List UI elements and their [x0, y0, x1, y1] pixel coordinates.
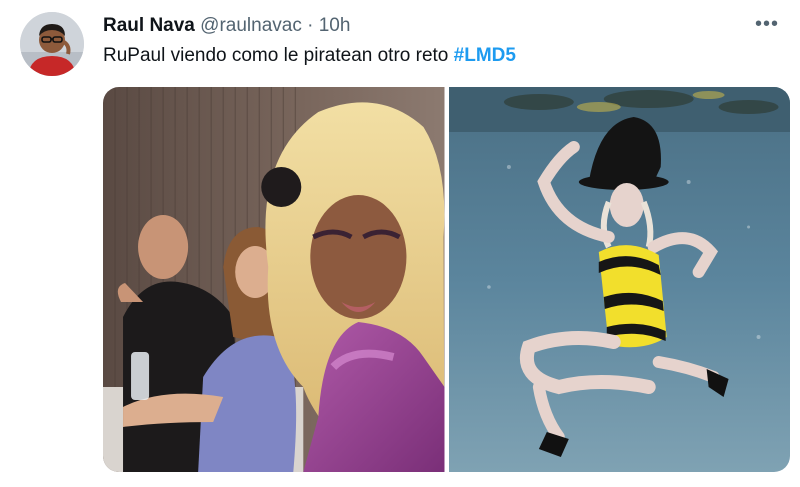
- separator-dot: ·: [307, 15, 314, 36]
- hashtag-link[interactable]: #LMD5: [454, 45, 516, 66]
- author-handle[interactable]: @raulnavac: [200, 15, 302, 36]
- more-options-button[interactable]: •••: [752, 12, 782, 36]
- avatar[interactable]: [20, 12, 84, 76]
- tweet-text-body: RuPaul viendo como le piratean otro reto: [103, 45, 454, 66]
- author-name[interactable]: Raul Nava: [103, 15, 195, 36]
- tweet-header: Raul Nava @raulnavac · 10h: [103, 14, 350, 38]
- timestamp[interactable]: 10h: [319, 15, 351, 36]
- tweet-text: RuPaul viendo como le piratean otro reto…: [103, 44, 516, 68]
- judges-panel-photo: [103, 87, 445, 472]
- underwater-photo: [448, 87, 790, 472]
- media-photo-left[interactable]: [103, 87, 445, 472]
- tweet: Raul Nava @raulnavac · 10h ••• RuPaul vi…: [0, 0, 800, 487]
- more-horizontal-icon: •••: [754, 12, 779, 35]
- media-photo-right[interactable]: [448, 87, 790, 472]
- media-grid: [103, 87, 790, 472]
